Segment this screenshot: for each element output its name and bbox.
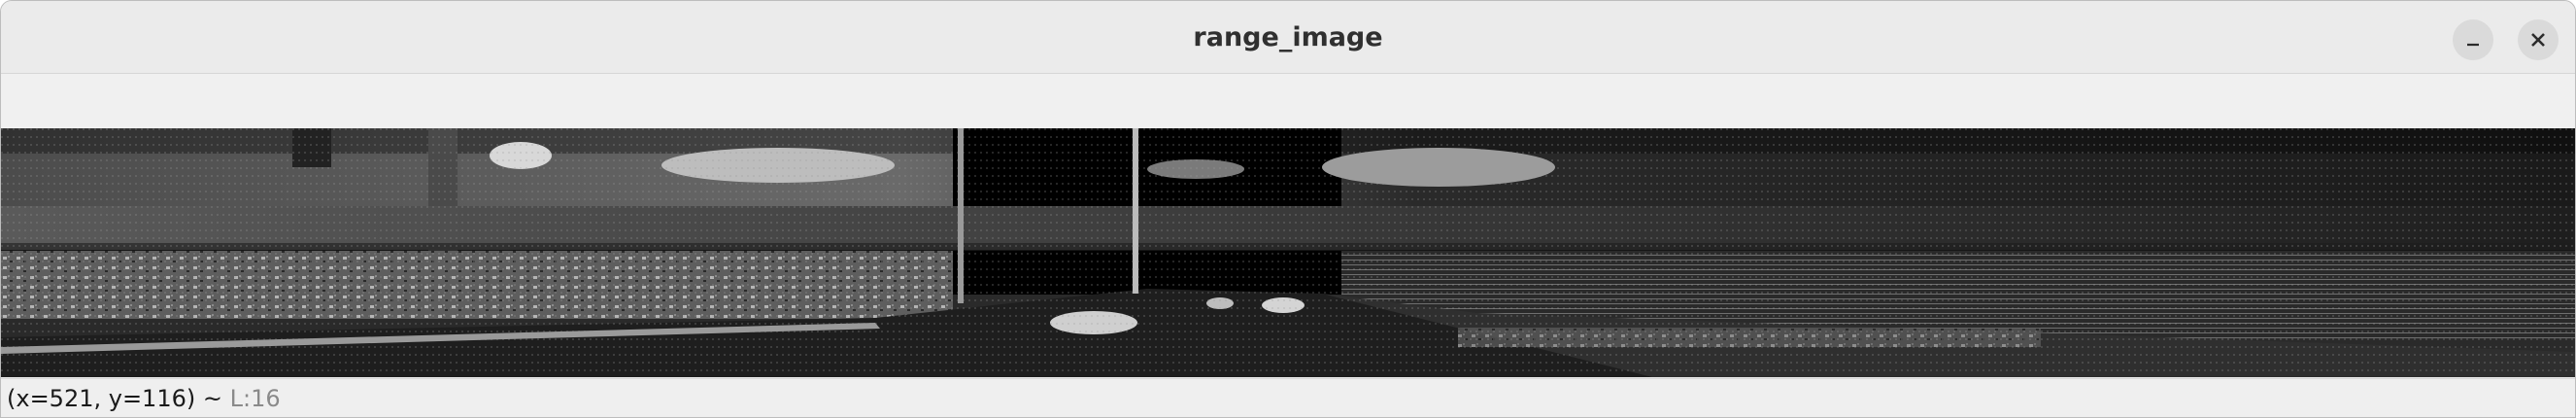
title-bar[interactable]: range_image	[1, 1, 2575, 74]
minimize-icon	[2467, 43, 2479, 47]
window-title: range_image	[1193, 22, 1383, 52]
status-bar: (x=521, y=116) ~ L:16	[1, 378, 2575, 417]
pixel-value-label: L:16	[229, 385, 281, 412]
toolbar-area	[1, 74, 2575, 128]
range-image-canvas[interactable]	[1, 128, 2575, 377]
close-button[interactable]	[2518, 19, 2559, 60]
app-window: range_image (x=521, y=116) ~ L:16	[0, 0, 2576, 418]
close-icon	[2531, 33, 2545, 47]
minimize-button[interactable]	[2453, 19, 2493, 60]
cursor-coordinates: (x=521, y=116)	[7, 385, 196, 412]
status-separator: ~	[202, 385, 222, 412]
